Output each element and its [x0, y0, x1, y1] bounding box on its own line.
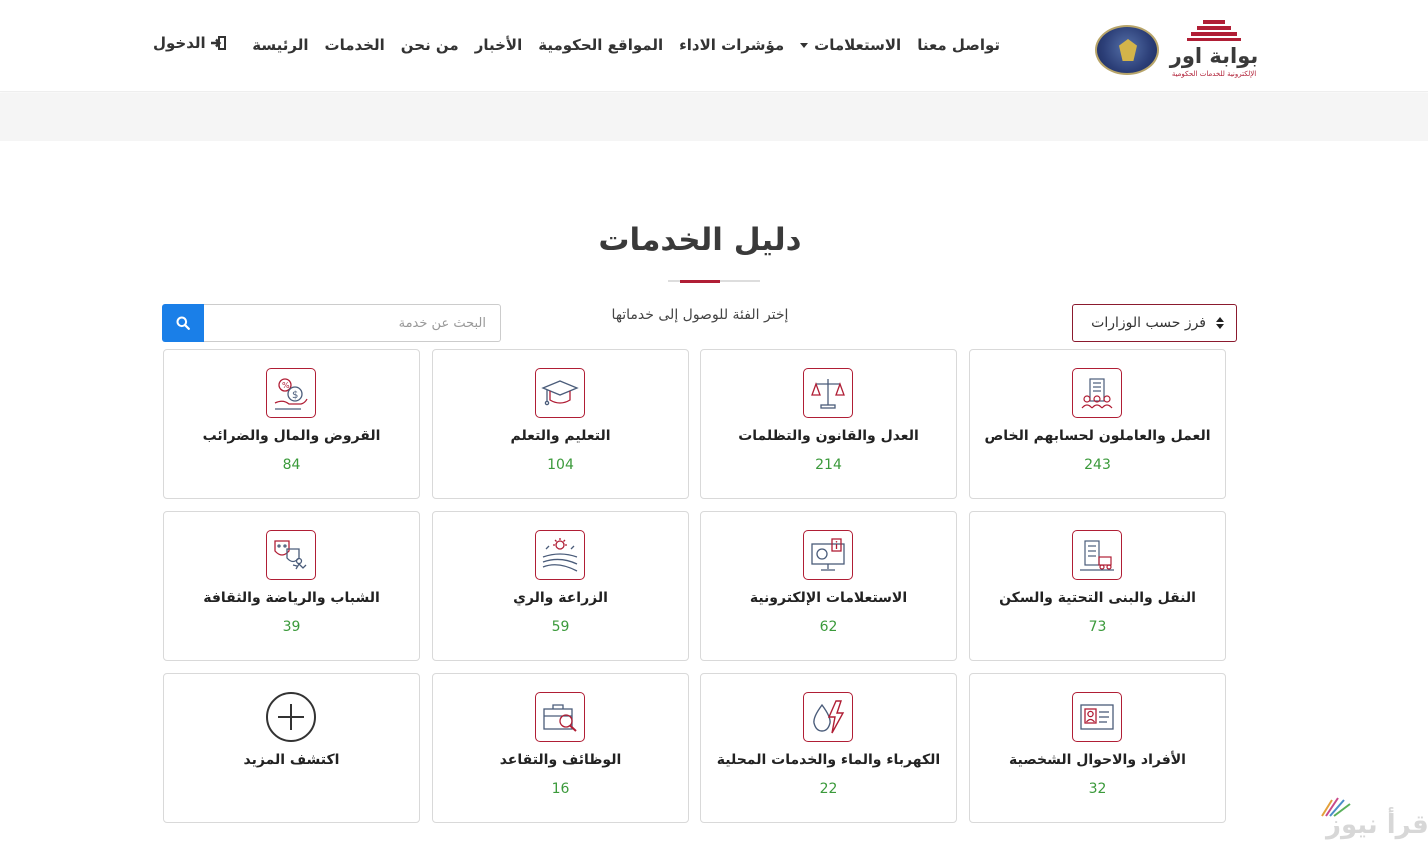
transport-building-icon — [1072, 530, 1122, 580]
category-title: الاستعلامات الإلكترونية — [749, 590, 908, 606]
page-title: دليل الخدمات — [598, 222, 802, 258]
category-count: 22 — [819, 781, 838, 797]
sort-by-ministry-select[interactable]: فرز حسب الوزارات — [1072, 304, 1237, 342]
category-card-finance[interactable]: % $ القروض والمال والضرائب 84 — [163, 349, 420, 499]
category-count: 32 — [1088, 781, 1107, 797]
id-card-icon — [1072, 692, 1122, 742]
category-title: الوظائف والتقاعد — [499, 752, 622, 768]
water-electricity-icon — [803, 692, 853, 742]
category-card-e-inquiries[interactable]: الاستعلامات الإلكترونية 62 — [700, 511, 957, 661]
category-title: الأفراد والاحوال الشخصية — [1009, 752, 1186, 768]
nav-gov-sites[interactable]: المواقع الحكومية — [538, 36, 663, 54]
category-count: 39 — [282, 619, 301, 635]
workers-building-icon — [1072, 368, 1122, 418]
ur-portal-logo: بوابة اور الإلكترونية للخدمات الحكومية — [1169, 18, 1259, 80]
sign-in-icon — [210, 36, 226, 50]
category-card-agriculture[interactable]: الزراعة والري 59 — [432, 511, 689, 661]
nav-services[interactable]: الخدمات — [325, 36, 385, 54]
ziggurat-icon — [1187, 20, 1241, 42]
watermark-text: إقرأ نيوز — [1326, 810, 1428, 840]
money-hand-icon: % $ — [266, 368, 316, 418]
briefcase-search-icon — [535, 692, 585, 742]
category-card-transport[interactable]: النقل والبنى التحتية والسكن 73 — [969, 511, 1226, 661]
monitor-info-icon — [803, 530, 853, 580]
nav-inquiries-dropdown[interactable]: الاستعلامات — [800, 36, 901, 54]
nav-inquiries-label: الاستعلامات — [814, 36, 902, 54]
category-title: الكهرباء والماء والخدمات المحلية — [716, 752, 941, 768]
search-button[interactable] — [162, 304, 204, 342]
search-icon — [176, 316, 190, 330]
graduation-cap-icon — [535, 368, 585, 418]
login-button[interactable]: الدخول — [153, 34, 226, 52]
category-count: 84 — [282, 457, 301, 473]
brand-subtitle: الإلكترونية للخدمات الحكومية — [1171, 70, 1257, 78]
category-count: 62 — [819, 619, 838, 635]
plus-circle-icon — [266, 692, 316, 742]
category-title: التعليم والتعلم — [510, 428, 611, 444]
category-card-education[interactable]: التعليم والتعلم 104 — [432, 349, 689, 499]
category-title: العمل والعاملون لحسابهم الخاص — [984, 428, 1211, 444]
discover-more-card[interactable]: اكتشف المزيد — [163, 673, 420, 823]
logo[interactable]: بوابة اور الإلكترونية للخدمات الحكومية — [1095, 18, 1260, 80]
watermark-logo: إقرأ نيوز — [1316, 796, 1428, 840]
nav-performance[interactable]: مؤشرات الاداء — [679, 36, 784, 54]
category-card-personal[interactable]: الأفراد والاحوال الشخصية 32 — [969, 673, 1226, 823]
nav-news[interactable]: الأخبار — [475, 36, 523, 54]
category-count: 214 — [815, 457, 842, 473]
nav-contact[interactable]: تواصل معنا — [917, 36, 1000, 54]
svg-text:%: % — [282, 381, 290, 390]
nav-about[interactable]: من نحن — [401, 36, 459, 54]
category-title: الشباب والرياضة والثقافة — [203, 590, 380, 606]
justice-scales-icon — [803, 368, 853, 418]
category-card-justice[interactable]: العدل والقانون والتظلمات 214 — [700, 349, 957, 499]
category-title: الزراعة والري — [513, 590, 608, 606]
iraq-emblem-icon — [1095, 25, 1159, 75]
category-card-youth[interactable]: الشباب والرياضة والثقافة 39 — [163, 511, 420, 661]
title-divider-accent — [680, 280, 720, 283]
header: بوابة اور الإلكترونية للخدمات الحكومية ا… — [0, 0, 1428, 92]
agriculture-field-icon — [535, 530, 585, 580]
main-nav: الرئيسة الخدمات من نحن الأخبار المواقع ا… — [252, 33, 1000, 57]
category-count: 73 — [1088, 619, 1107, 635]
svg-text:$: $ — [292, 390, 298, 401]
discover-more-label: اكتشف المزيد — [243, 752, 340, 768]
chevron-down-icon — [800, 42, 809, 48]
category-card-utilities[interactable]: الكهرباء والماء والخدمات المحلية 22 — [700, 673, 957, 823]
category-title: العدل والقانون والتظلمات — [738, 428, 919, 444]
category-card-jobs[interactable]: الوظائف والتقاعد 16 — [432, 673, 689, 823]
brand-name: بوابة اور — [1169, 44, 1260, 68]
theater-masks-icon — [266, 530, 316, 580]
category-card-work[interactable]: العمل والعاملون لحسابهم الخاص 243 — [969, 349, 1226, 499]
category-title: النقل والبنى التحتية والسكن — [999, 590, 1196, 606]
category-count: 104 — [547, 457, 574, 473]
breadcrumb-band — [0, 93, 1428, 141]
nav-home[interactable]: الرئيسة — [252, 36, 308, 54]
category-count: 59 — [551, 619, 570, 635]
category-count: 16 — [551, 781, 570, 797]
search-form — [162, 304, 501, 342]
login-label: الدخول — [153, 34, 206, 52]
sort-icon — [1216, 317, 1224, 329]
sort-select-label: فرز حسب الوزارات — [1091, 315, 1206, 331]
category-hint: إختر الفئة للوصول إلى خدماتها — [611, 307, 789, 323]
search-input[interactable] — [204, 304, 501, 342]
category-count: 243 — [1084, 457, 1111, 473]
category-title: القروض والمال والضرائب — [202, 428, 381, 444]
